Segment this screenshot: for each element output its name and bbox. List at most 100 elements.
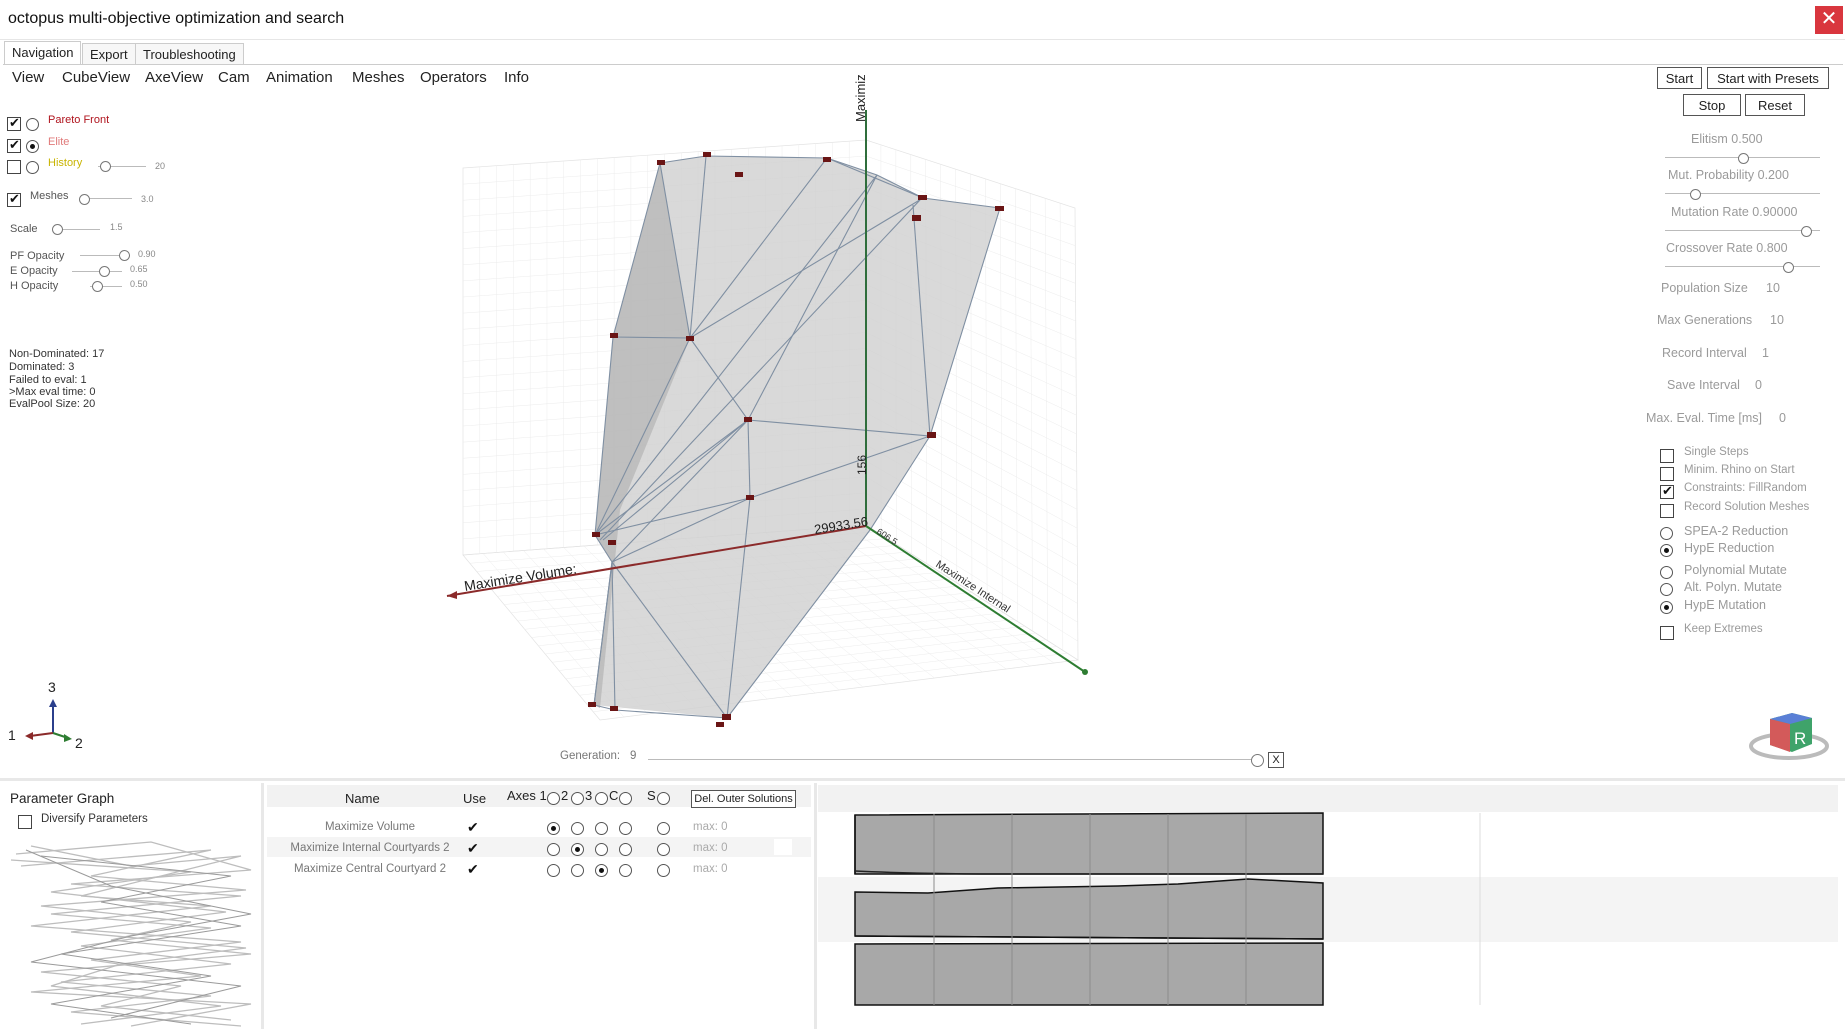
gizmo-axis-2: 2 (75, 735, 83, 751)
crossover-rate-track (1665, 266, 1820, 267)
option-label-5: HypE Reduction (1684, 541, 1775, 555)
objective-max-value[interactable]: max: 0 (693, 863, 728, 875)
elitism-slider[interactable] (1738, 153, 1749, 164)
max-generations-label: Max Generations (1657, 313, 1753, 327)
objective-use-check[interactable]: ✔ (467, 840, 479, 857)
crossover-rate-label: Crossover Rate 0.800 (1666, 241, 1788, 255)
generation-close-button[interactable]: X (1268, 752, 1284, 768)
option-label-1: Minim. Rhino on Start (1684, 464, 1795, 476)
header-axis-c-radio[interactable] (619, 792, 632, 805)
objective-axis-radio[interactable] (657, 843, 670, 856)
objective-axis-radio[interactable] (657, 864, 670, 877)
objective-axis-radio[interactable] (547, 864, 560, 877)
header-axis-s: S (647, 788, 656, 803)
objectives-panel: Name Use Axes 1 2 3 C S Del. Outer Solut… (266, 783, 817, 1029)
z-axis-label: Maximize Internal (933, 558, 1012, 615)
z-axis-end (1082, 669, 1088, 675)
z-axis (865, 525, 1086, 673)
option-label-0: Single Steps (1684, 446, 1749, 458)
objective-use-check[interactable]: ✔ (467, 861, 479, 878)
population-size-value[interactable]: 10 (1766, 281, 1780, 295)
start-with-presets-button[interactable]: Start with Presets (1707, 67, 1829, 89)
parameter-graph (11, 841, 252, 1027)
gizmo-axis-1: 1 (8, 727, 16, 743)
elitism-label: Elitism 0.500 (1691, 132, 1763, 146)
mutation-rate-slider[interactable] (1801, 226, 1812, 237)
option-label-4: SPEA-2 Reduction (1684, 524, 1789, 538)
objective-name: Maximize Internal Courtyards 2 (290, 842, 450, 854)
objective-use-check[interactable]: ✔ (467, 819, 479, 836)
header-axis-2-radio[interactable] (571, 792, 584, 805)
objective-axis-radio[interactable] (619, 843, 632, 856)
header-axis-1-radio[interactable] (547, 792, 560, 805)
objective-axis-radio[interactable] (595, 864, 608, 877)
objective-axis-radio[interactable] (595, 843, 608, 856)
max-input-box[interactable] (774, 839, 792, 855)
objective-axis-radio[interactable] (547, 822, 560, 835)
axis-gizmo: 3 1 2 (8, 679, 83, 751)
option-check-1[interactable] (1660, 467, 1674, 481)
crossover-rate-slider[interactable] (1783, 262, 1794, 273)
del-outer-solutions-button[interactable]: Del. Outer Solutions (691, 790, 796, 808)
option-label-7: Alt. Polyn. Mutate (1684, 580, 1782, 594)
save-interval-label: Save Interval (1667, 378, 1740, 392)
generation-value: 9 (630, 750, 637, 762)
mutation-rate-label: Mutation Rate 0.90000 (1671, 205, 1798, 219)
objective-max-value[interactable]: max: 0 (693, 842, 728, 854)
option-radio-7[interactable] (1660, 583, 1673, 596)
header-axis-c: C (609, 788, 619, 803)
header-axis-2: 2 (561, 788, 569, 803)
start-button[interactable]: Start (1657, 67, 1702, 89)
viewport-3d[interactable]: Maximize Volume: Maximiz Maximize Intern… (0, 66, 1845, 778)
objective-max-value[interactable]: max: 0 (693, 821, 728, 833)
diversify-label: Diversify Parameters (41, 813, 148, 825)
objective-axis-radio[interactable] (595, 822, 608, 835)
mutation-rate-track (1665, 230, 1820, 231)
option-radio-5[interactable] (1660, 544, 1673, 557)
mut-probability-label: Mut. Probability 0.200 (1668, 168, 1789, 182)
option-radio-4[interactable] (1660, 527, 1673, 540)
tab-export[interactable]: Export (82, 43, 136, 65)
max-eval-time-value[interactable]: 0 (1779, 411, 1786, 425)
y-value: 156 (855, 455, 869, 475)
option-check-3[interactable] (1660, 504, 1674, 518)
option-radio-6[interactable] (1660, 566, 1673, 579)
objective-name: Maximize Central Courtyard 2 (293, 863, 447, 875)
view-cube-icon[interactable]: R (1749, 713, 1829, 760)
option-check-0[interactable] (1660, 449, 1674, 463)
stop-button[interactable]: Stop (1683, 94, 1741, 116)
objective-axis-radio[interactable] (571, 864, 584, 877)
objective-axis-radio[interactable] (571, 843, 584, 856)
objective-axis-radio[interactable] (619, 822, 632, 835)
max-generations-value[interactable]: 10 (1770, 313, 1784, 327)
header-axis-s-radio[interactable] (657, 792, 670, 805)
record-interval-value[interactable]: 1 (1762, 346, 1769, 360)
objective-axis-radio[interactable] (571, 822, 584, 835)
objective-axis-radio[interactable] (619, 864, 632, 877)
population-size-label: Population Size (1661, 281, 1748, 295)
mut-probability-slider[interactable] (1690, 189, 1701, 200)
tab-divider (3, 64, 1843, 65)
option-check-2[interactable] (1660, 483, 1674, 499)
header-name: Name (345, 791, 380, 806)
reset-button[interactable]: Reset (1745, 94, 1805, 116)
header-axis-3-radio[interactable] (595, 792, 608, 805)
tab-troubleshooting[interactable]: Troubleshooting (135, 43, 244, 65)
objective-name: Maximize Volume (324, 821, 416, 833)
option-label-8: HypE Mutation (1684, 598, 1766, 612)
close-button[interactable]: ✕ (1815, 6, 1843, 34)
option-radio-8[interactable] (1660, 601, 1673, 614)
option-check-9[interactable] (1660, 626, 1674, 640)
parameter-graph-title: Parameter Graph (10, 791, 115, 806)
z-value: 606.5 (875, 526, 899, 547)
window-title: octopus multi-objective optimization and… (8, 10, 345, 27)
generation-slider[interactable] (1251, 754, 1264, 767)
save-interval-value[interactable]: 0 (1755, 378, 1762, 392)
cube-letter: R (1794, 729, 1806, 748)
diversify-checkbox[interactable] (18, 815, 32, 829)
option-label-6: Polynomial Mutate (1684, 563, 1787, 577)
tab-navigation[interactable]: Navigation (4, 41, 82, 65)
objective-axis-radio[interactable] (657, 822, 670, 835)
objective-axis-radio[interactable] (547, 843, 560, 856)
generation-label: Generation: (560, 750, 621, 762)
